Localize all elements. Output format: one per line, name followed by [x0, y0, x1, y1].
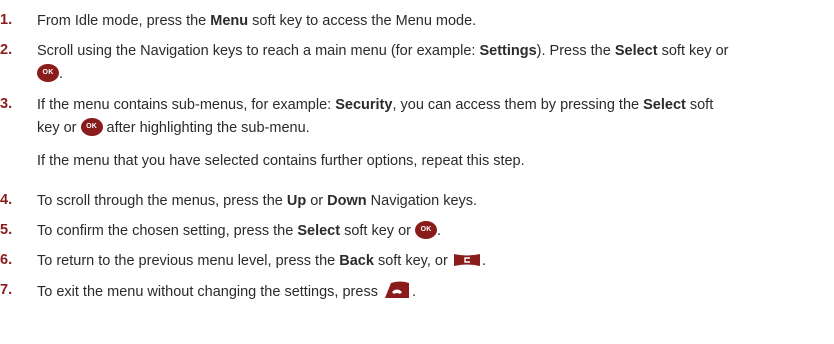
ok-key-label: OK [42, 69, 54, 77]
step-number: 4. [0, 192, 13, 208]
step-text: From Idle mode, press the [37, 13, 211, 29]
step-text-line: To confirm the chosen setting, press the… [37, 221, 442, 240]
ok-key-icon: OK [37, 64, 59, 83]
step-text: Navigation keys. [366, 193, 478, 209]
bold-key-term: Security [335, 97, 393, 113]
step-text-line: To return to the previous menu level, pr… [37, 252, 486, 270]
back-key-icon [452, 252, 482, 268]
step-text-line: From Idle mode, press the Menu soft key … [37, 12, 476, 30]
step-text: or [306, 193, 328, 209]
step-text: ). Press the [536, 43, 615, 59]
ok-key-label: OK [86, 123, 97, 131]
ok-key-icon: OK [415, 221, 438, 240]
step-text: soft key or [340, 223, 416, 239]
step-text-line: Scroll using the Navigation keys to reac… [37, 42, 729, 60]
step-text: key or [37, 120, 81, 136]
step-text-line: key or OK after highlighting the sub-men… [37, 118, 310, 137]
step-text: soft key, or [373, 253, 452, 269]
bold-key-term: Back [339, 253, 374, 269]
step-text: . [411, 283, 417, 300]
step-text-line: OK. [37, 64, 64, 83]
step-text: . [437, 223, 442, 239]
step-text-line: To exit the menu without changing the se… [37, 280, 417, 302]
bold-key-term: Select [643, 97, 686, 113]
step-text: soft key or [657, 43, 729, 59]
step-text: soft [685, 97, 714, 113]
step-number: 5. [0, 222, 13, 238]
step-number: 3. [0, 96, 13, 112]
bold-key-term: Select [297, 223, 341, 239]
step-text: Scroll using the Navigation keys to reac… [37, 43, 480, 59]
step-text-line: If the menu that you have selected conta… [37, 152, 525, 170]
bold-key-term: Down [327, 193, 367, 209]
step-number: 6. [0, 252, 13, 268]
step-number: 1. [0, 12, 13, 28]
step-text: To exit the menu without changing the se… [37, 283, 382, 300]
bold-key-term: Up [286, 193, 307, 209]
step-text: To scroll through the menus, press the [37, 193, 287, 209]
step-text: . [59, 66, 64, 82]
step-text: , you can access them by pressing the [392, 97, 644, 113]
bold-key-term: Menu [210, 13, 249, 29]
bold-key-term: Settings [479, 43, 537, 59]
step-text: . [481, 253, 486, 269]
step-text-line: If the menu contains sub-menus, for exam… [37, 96, 713, 114]
ok-key-icon: OK [80, 118, 103, 137]
ok-key-label: OK [420, 226, 432, 234]
step-text: after highlighting the sub-menu. [102, 120, 310, 136]
step-text: soft key to access the Menu mode. [248, 13, 477, 29]
step-number: 2. [0, 42, 13, 58]
step-text: To return to the previous menu level, pr… [37, 253, 340, 269]
step-text: To confirm the chosen setting, press the [37, 223, 298, 239]
instruction-steps: 1. From Idle mode, press the Menu soft ke… [0, 0, 834, 344]
bold-key-term: Select [614, 43, 658, 59]
step-text: If the menu that you have selected conta… [37, 153, 525, 169]
step-text-line: To scroll through the menus, press the U… [37, 192, 477, 210]
end-key-icon [382, 280, 412, 300]
step-text: If the menu contains sub-menus, for exam… [37, 97, 336, 113]
step-number: 7. [0, 282, 13, 298]
